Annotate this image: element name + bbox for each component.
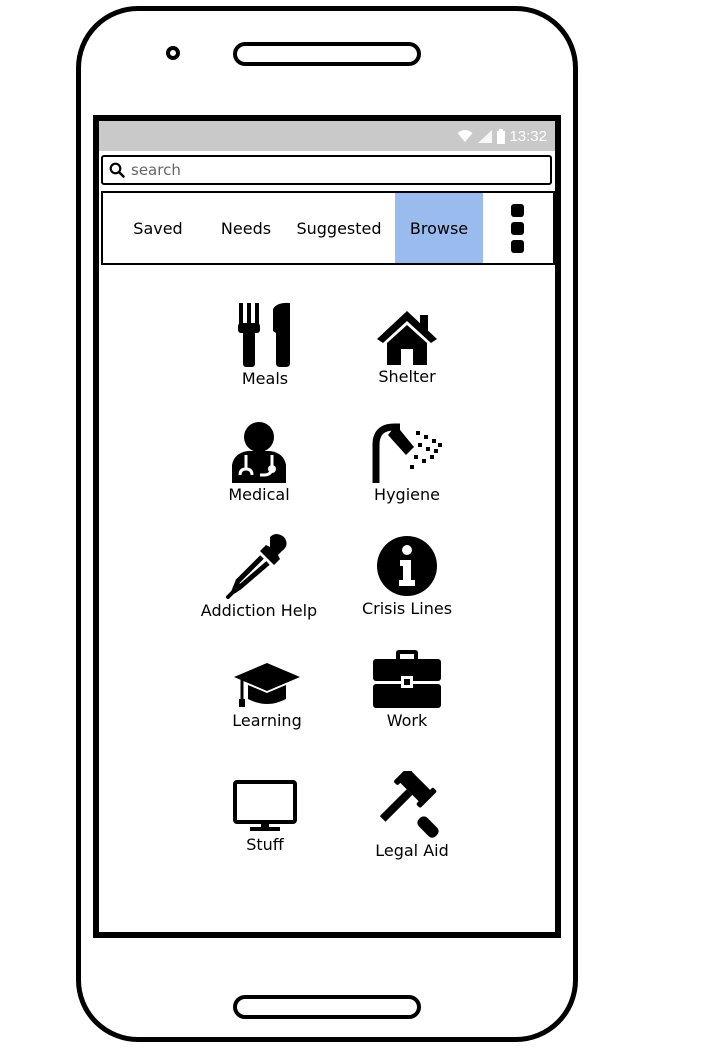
info-icon (377, 536, 437, 596)
category-label: Hygiene (374, 485, 440, 504)
tab-bar: Saved Needs Suggested Browse (101, 191, 555, 265)
more-vertical-icon[interactable] (483, 193, 551, 263)
utensils-icon (238, 302, 290, 367)
search-bar[interactable] (101, 155, 552, 185)
category-legal-aid[interactable]: Legal Aid (337, 771, 487, 860)
gavel-icon (379, 771, 439, 838)
category-work[interactable]: Work (332, 649, 482, 730)
category-label: Meals (241, 369, 289, 388)
eyedropper-icon (226, 534, 287, 599)
home-icon (377, 311, 437, 365)
category-label: Legal Aid (375, 841, 449, 860)
category-label: Crisis Lines (361, 599, 453, 618)
tab-suggested[interactable]: Suggested (283, 193, 395, 263)
category-label: Shelter (378, 367, 436, 386)
category-stuff[interactable]: Stuff (190, 779, 340, 854)
shower-icon (372, 423, 442, 483)
camera-icon (166, 46, 180, 60)
monitor-icon (233, 780, 297, 831)
category-label: Medical (228, 485, 290, 504)
tab-saved[interactable]: Saved (103, 193, 209, 263)
category-addiction-help[interactable]: Addiction Help (184, 533, 334, 620)
category-crisis-lines[interactable]: Crisis Lines (332, 535, 482, 618)
search-input[interactable] (131, 161, 531, 179)
home-button[interactable] (233, 995, 421, 1019)
category-label: Stuff (246, 835, 284, 854)
category-medical[interactable]: Medical (184, 421, 334, 504)
phone-screen: 13:32 Saved Needs Suggested Browse Meals (93, 115, 561, 938)
tab-needs[interactable]: Needs (209, 193, 283, 263)
category-label: Learning (232, 711, 302, 730)
status-bar: 13:32 (99, 121, 555, 151)
briefcase-icon (373, 650, 441, 708)
status-time: 13:32 (509, 127, 547, 145)
category-shelter[interactable]: Shelter (332, 309, 482, 386)
tab-browse[interactable]: Browse (395, 193, 483, 263)
doctor-icon (232, 422, 286, 483)
speaker-grille (233, 42, 421, 66)
wifi-icon (457, 130, 473, 142)
signal-icon (478, 130, 493, 143)
category-meals[interactable]: Meals (190, 301, 340, 388)
category-hygiene[interactable]: Hygiene (332, 421, 482, 504)
graduation-cap-icon (234, 663, 300, 707)
category-label: Work (386, 711, 428, 730)
category-learning[interactable]: Learning (192, 661, 342, 730)
category-label: Addiction Help (200, 601, 318, 620)
battery-icon (497, 128, 506, 144)
search-icon (109, 162, 125, 178)
